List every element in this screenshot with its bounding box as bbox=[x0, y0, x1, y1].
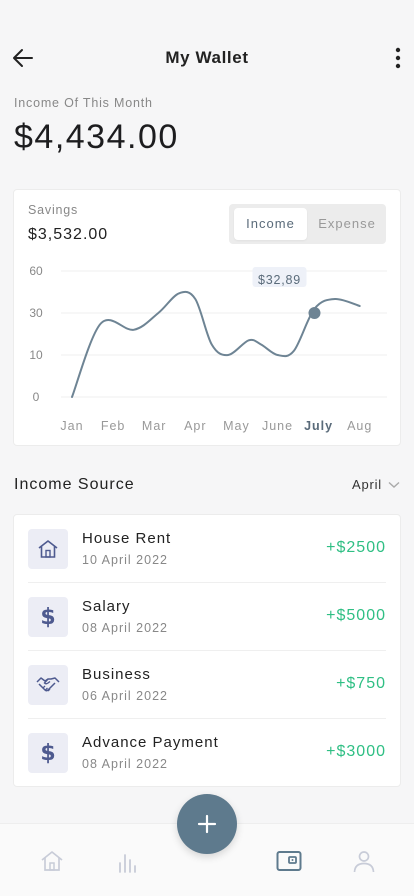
y-tick-label: 30 bbox=[29, 306, 43, 320]
x-tick-label: Feb bbox=[101, 419, 126, 433]
x-tick-label: Mar bbox=[142, 419, 167, 433]
chevron-down-icon bbox=[388, 481, 400, 488]
x-tick-label: Apr bbox=[184, 419, 206, 433]
list-item[interactable]: $ Salary 08 April 2022 +$5000 bbox=[14, 583, 400, 651]
item-date: 10 April 2022 bbox=[82, 553, 168, 567]
list-item[interactable]: House Rent 10 April 2022 +$2500 bbox=[14, 515, 400, 583]
income-source-list: House Rent 10 April 2022 +$2500 $ Salary… bbox=[13, 514, 401, 787]
profile-icon[interactable] bbox=[351, 848, 377, 874]
item-date: 06 April 2022 bbox=[82, 689, 168, 703]
x-tick-label: May bbox=[223, 419, 250, 433]
item-date: 08 April 2022 bbox=[82, 757, 168, 771]
item-date: 08 April 2022 bbox=[82, 621, 168, 635]
stats-icon[interactable] bbox=[115, 848, 141, 874]
x-tick-label: Jan bbox=[60, 419, 83, 433]
x-tick-label: Aug bbox=[347, 419, 372, 433]
income-source-title: Income Source bbox=[14, 476, 135, 493]
savings-line-chart: 60 30 10 0 Jan Feb Mar Apr May June July Aug $32,89 bbox=[29, 264, 387, 433]
income-amount: $4,434.00 bbox=[14, 118, 179, 156]
month-filter-label: April bbox=[351, 477, 382, 492]
y-tick-label: 60 bbox=[29, 264, 43, 278]
item-amount: +$5000 bbox=[326, 607, 386, 624]
x-tick-label: July bbox=[304, 419, 333, 433]
list-item[interactable]: Business 06 April 2022 +$750 bbox=[14, 651, 400, 719]
item-amount: +$750 bbox=[336, 675, 386, 692]
tooltip-label: $32,89 bbox=[258, 273, 301, 287]
y-tick-label: 10 bbox=[29, 348, 43, 362]
plus-icon bbox=[197, 814, 217, 834]
highlight-point bbox=[308, 307, 321, 319]
add-button[interactable] bbox=[177, 794, 237, 854]
dollar-icon: $ bbox=[28, 597, 68, 637]
wallet-icon[interactable] bbox=[275, 848, 303, 874]
item-title: House Rent bbox=[82, 530, 172, 547]
y-tick-label: 0 bbox=[33, 390, 40, 404]
item-title: Business bbox=[82, 666, 151, 683]
x-tick-label: June bbox=[262, 419, 293, 433]
house-icon bbox=[28, 529, 68, 569]
home-icon[interactable] bbox=[39, 848, 65, 874]
more-options-icon[interactable] bbox=[390, 44, 406, 72]
item-title: Advance Payment bbox=[82, 734, 219, 751]
item-title: Salary bbox=[82, 598, 131, 615]
savings-chart-card: Savings $3,532.00 Income Expense 60 30 10 0… bbox=[13, 189, 401, 446]
handshake-icon bbox=[28, 665, 68, 705]
dollar-icon: $ bbox=[28, 733, 68, 773]
item-amount: +$3000 bbox=[326, 743, 386, 760]
list-item[interactable]: $ Advance Payment 08 April 2022 +$3000 bbox=[14, 719, 400, 787]
month-filter-dropdown[interactable]: April bbox=[352, 477, 400, 492]
income-label: Income Of This Month bbox=[14, 96, 153, 110]
top-bar: My Wallet bbox=[0, 36, 414, 80]
item-amount: +$2500 bbox=[326, 539, 386, 556]
page-title: My Wallet bbox=[165, 48, 249, 67]
